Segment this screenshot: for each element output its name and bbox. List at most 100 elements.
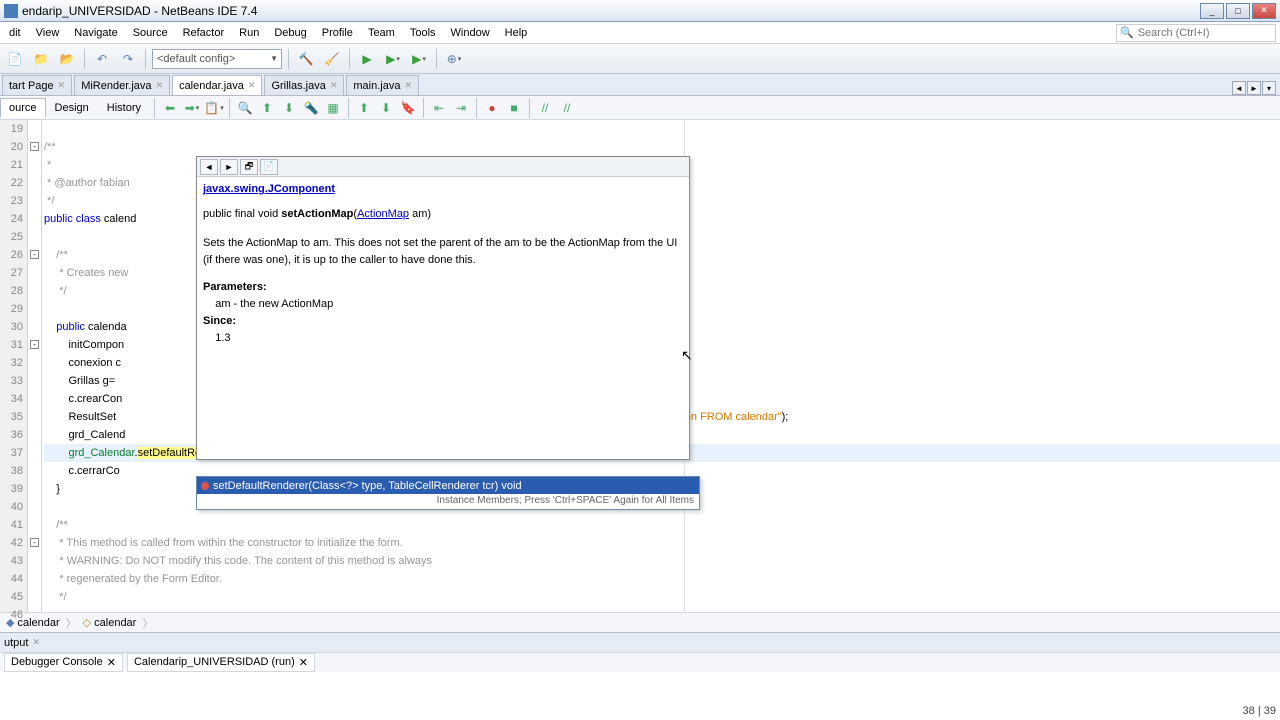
output-panel-header[interactable]: utput✕: [0, 632, 1280, 652]
next-edit-button[interactable]: ➡▾: [181, 97, 203, 119]
tab-scroll-left[interactable]: ◄: [1232, 81, 1246, 95]
javadoc-back-button[interactable]: ◄: [200, 159, 218, 175]
editor-tabs: tart Page✕ MiRender.java✕ calendar.java✕…: [0, 74, 1280, 96]
toolbar: 📄 📁 📂 ↶ ↷ <default config> 🔨 🧹 ▶ ▶▾ ▶▾ ⊕…: [0, 44, 1280, 74]
autocomplete-item[interactable]: setDefaultRenderer(Class<?> type, TableC…: [197, 477, 699, 494]
redo-button[interactable]: ↷: [117, 48, 139, 70]
cursor-icon: ↖: [681, 347, 693, 364]
javadoc-external-button[interactable]: 🗗: [240, 159, 258, 175]
prev-bookmark-button[interactable]: ⬆: [353, 97, 375, 119]
tab-startpage[interactable]: tart Page✕: [2, 75, 72, 95]
javadoc-param-link[interactable]: ActionMap: [357, 208, 409, 220]
window-title: endarip_UNIVERSIDAD - NetBeans IDE 7.4: [22, 4, 1200, 18]
new-file-button[interactable]: 📄: [4, 48, 26, 70]
tab-list-button[interactable]: ▾: [1262, 81, 1276, 95]
close-icon[interactable]: ✕: [330, 80, 338, 91]
autocomplete-hint: Instance Members; Press 'Ctrl+SPACE' Aga…: [197, 494, 699, 509]
tab-main[interactable]: main.java✕: [346, 75, 419, 95]
javadoc-forward-button[interactable]: ►: [220, 159, 238, 175]
tab-grillas[interactable]: Grillas.java✕: [264, 75, 344, 95]
find-next-button[interactable]: ⬇: [278, 97, 300, 119]
fold-toggle[interactable]: -: [30, 250, 39, 259]
menu-team[interactable]: Team: [361, 24, 402, 42]
close-icon[interactable]: ✕: [107, 656, 116, 669]
javadoc-class-link[interactable]: javax.swing.JComponent: [203, 183, 335, 195]
new-project-button[interactable]: 📁: [30, 48, 52, 70]
menu-run[interactable]: Run: [232, 24, 266, 42]
clean-build-button[interactable]: 🧹: [321, 48, 343, 70]
shift-left-button[interactable]: ⇤: [428, 97, 450, 119]
javadoc-popup: ◄ ► 🗗 📄 javax.swing.JComponent public fi…: [196, 156, 690, 460]
prev-edit-button[interactable]: ⬅: [159, 97, 181, 119]
minimize-button[interactable]: _: [1200, 3, 1224, 19]
menu-edit[interactable]: dit: [2, 24, 28, 42]
subtab-design[interactable]: Design: [46, 98, 98, 118]
output-tab-run[interactable]: Calendarip_UNIVERSIDAD (run)✕: [127, 653, 315, 672]
menu-profile[interactable]: Profile: [315, 24, 360, 42]
attach-debugger-button[interactable]: ⊕▾: [443, 48, 465, 70]
identifier: grd_Calendar: [68, 447, 134, 459]
find-prev-button[interactable]: ⬆: [256, 97, 278, 119]
macro-record-button[interactable]: ●: [481, 97, 503, 119]
subtab-source[interactable]: ource: [0, 98, 46, 118]
search-box[interactable]: 🔍: [1116, 24, 1276, 42]
close-button[interactable]: ✕: [1252, 3, 1276, 19]
debug-button[interactable]: ▶▾: [382, 48, 404, 70]
line-gutter: 1920212223242526272829303132333435363738…: [0, 120, 28, 612]
javadoc-since-heading: Since:: [203, 313, 683, 330]
search-input[interactable]: [1138, 27, 1268, 39]
toggle-highlight-button[interactable]: 🔦: [300, 97, 322, 119]
find-selection-button[interactable]: 🔍: [234, 97, 256, 119]
config-dropdown[interactable]: <default config>: [152, 49, 282, 69]
app-icon: [4, 4, 18, 18]
menu-view[interactable]: View: [29, 24, 67, 42]
fold-toggle[interactable]: -: [30, 340, 39, 349]
javadoc-source-button[interactable]: 📄: [260, 159, 278, 175]
maximize-button[interactable]: □: [1226, 3, 1250, 19]
autocomplete-popup[interactable]: setDefaultRenderer(Class<?> type, TableC…: [196, 476, 700, 510]
run-button[interactable]: ▶: [356, 48, 378, 70]
shift-right-button[interactable]: ⇥: [450, 97, 472, 119]
close-icon[interactable]: ✕: [404, 80, 412, 91]
close-icon[interactable]: ✕: [58, 80, 66, 91]
menu-debug[interactable]: Debug: [267, 24, 313, 42]
comment-button[interactable]: //: [534, 97, 556, 119]
menu-navigate[interactable]: Navigate: [67, 24, 124, 42]
code-editor[interactable]: 1920212223242526272829303132333435363738…: [0, 120, 1280, 612]
menu-help[interactable]: Help: [498, 24, 535, 42]
close-icon[interactable]: ✕: [248, 80, 256, 91]
toggle-rectangular-button[interactable]: ▦: [322, 97, 344, 119]
close-icon[interactable]: ✕: [32, 637, 40, 648]
close-icon[interactable]: ✕: [299, 656, 308, 669]
macro-stop-button[interactable]: ■: [503, 97, 525, 119]
status-cursor-pos: 38 | 39: [1243, 702, 1276, 720]
close-icon[interactable]: ✕: [156, 80, 164, 91]
open-button[interactable]: 📂: [56, 48, 78, 70]
undo-button[interactable]: ↶: [91, 48, 113, 70]
menu-source[interactable]: Source: [126, 24, 175, 42]
breadcrumb-item[interactable]: ◇calendar: [77, 616, 143, 629]
breadcrumb: ◆calendar 〉 ◇calendar 〉: [0, 612, 1280, 632]
menubar: dit View Navigate Source Refactor Run De…: [0, 22, 1280, 44]
tab-calendar[interactable]: calendar.java✕: [172, 75, 262, 95]
build-button[interactable]: 🔨: [295, 48, 317, 70]
menu-tools[interactable]: Tools: [403, 24, 443, 42]
subtab-history[interactable]: History: [98, 98, 150, 118]
method-icon: [201, 482, 209, 490]
titlebar: endarip_UNIVERSIDAD - NetBeans IDE 7.4 _…: [0, 0, 1280, 22]
editor-subtabs: ource Design History ⬅ ➡▾ 📋▾ 🔍 ⬆ ⬇ 🔦 ▦ ⬆…: [0, 96, 1280, 120]
fold-toggle[interactable]: -: [30, 538, 39, 547]
fold-toggle[interactable]: -: [30, 142, 39, 151]
fold-gutter: - - - -: [28, 120, 42, 612]
tab-scroll-right[interactable]: ►: [1247, 81, 1261, 95]
search-icon: 🔍: [1120, 26, 1134, 39]
output-tab-debugger[interactable]: Debugger Console✕: [4, 653, 123, 672]
next-bookmark-button[interactable]: ⬇: [375, 97, 397, 119]
menu-refactor[interactable]: Refactor: [176, 24, 232, 42]
tab-mirender[interactable]: MiRender.java✕: [74, 75, 170, 95]
toggle-bookmark-button[interactable]: 📋▾: [203, 97, 225, 119]
menu-window[interactable]: Window: [444, 24, 497, 42]
profile-button[interactable]: ▶▾: [408, 48, 430, 70]
uncomment-button[interactable]: //: [556, 97, 578, 119]
bookmark-button[interactable]: 🔖: [397, 97, 419, 119]
